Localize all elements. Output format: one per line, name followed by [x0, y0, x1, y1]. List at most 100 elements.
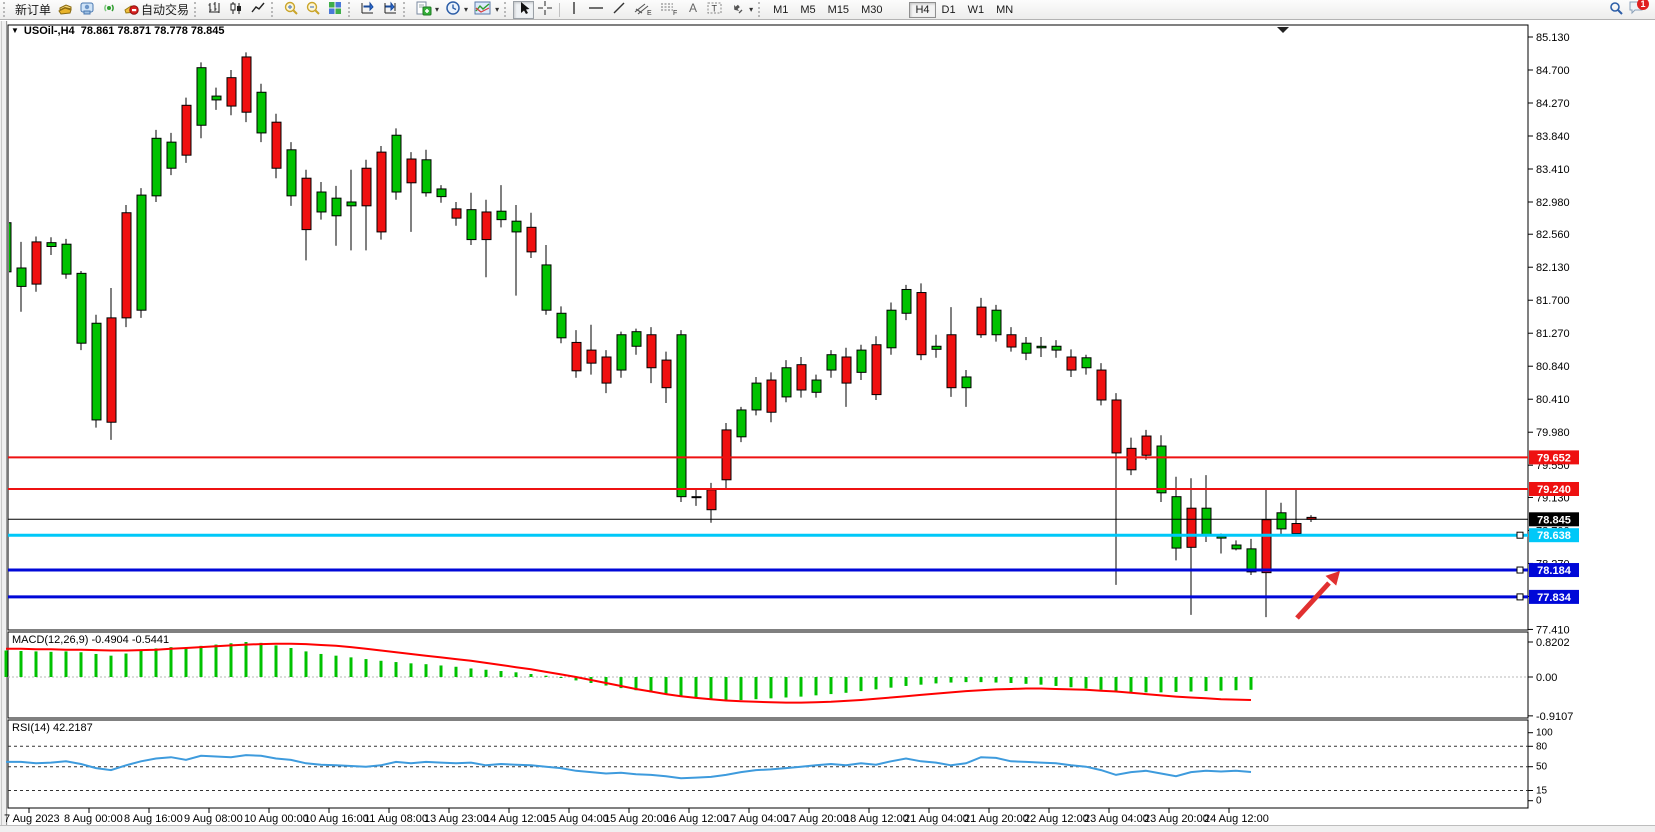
candle-body	[1052, 346, 1061, 350]
candle-body	[887, 310, 896, 348]
auto-scroll-button[interactable]	[357, 1, 379, 19]
cursor-button[interactable]	[513, 1, 534, 19]
tab-timeframe-m5[interactable]: M5	[794, 2, 821, 18]
price-chart-canvas[interactable]: 85.13084.70084.27083.84083.41082.98082.5…	[0, 21, 1655, 832]
macd-signal-line	[6, 644, 1251, 703]
candle-body	[362, 168, 371, 206]
chart-shift-triangle[interactable]	[1277, 27, 1289, 33]
candlestick-chart-button[interactable]	[225, 1, 247, 19]
tab-timeframe-mn[interactable]: MN	[990, 2, 1019, 18]
candle-body	[107, 318, 116, 422]
candle-body	[92, 323, 101, 420]
candle-body	[1217, 537, 1226, 539]
time-axis-label: 15 Aug 04:00	[544, 813, 609, 825]
candle-body	[1247, 549, 1256, 572]
candle-body	[707, 490, 716, 510]
candle-body	[737, 410, 746, 437]
time-axis-label: 11 Aug 08:00	[364, 813, 428, 825]
market-watch-icon	[57, 0, 73, 19]
candle-body	[302, 178, 311, 229]
vertical-line-button[interactable]	[563, 1, 584, 19]
candle-body	[827, 355, 836, 370]
tab-timeframe-h4[interactable]: H4	[909, 2, 935, 18]
candle-body	[287, 150, 296, 196]
collapse-triangle-icon[interactable]: ▼	[11, 26, 19, 35]
time-axis-label: 22 Aug 12:00	[1024, 813, 1089, 825]
zoom-out-icon	[305, 0, 321, 19]
candle-body	[527, 227, 536, 252]
toolbar-grip	[3, 2, 10, 17]
rsi-axis-tick: 0	[1536, 796, 1542, 807]
candle-body	[167, 142, 176, 168]
candle-body	[1142, 436, 1151, 455]
candle-body	[752, 383, 761, 410]
cursor-icon	[517, 0, 531, 19]
macd-values: -0.4904 -0.5441	[91, 634, 169, 646]
search-button[interactable]	[1605, 1, 1627, 19]
candle-body	[317, 192, 326, 212]
candle-body	[242, 57, 251, 112]
candle-body	[512, 221, 521, 232]
candle-body	[962, 377, 971, 388]
chart-shift-button[interactable]	[379, 1, 401, 19]
time-axis-label: 8 Aug 16:00	[124, 813, 183, 825]
market-watch-button[interactable]	[54, 1, 76, 19]
zoom-out-button[interactable]	[302, 1, 324, 19]
tile-windows-button[interactable]	[324, 1, 346, 19]
signal-button[interactable]	[98, 1, 120, 19]
text-button[interactable]: A	[682, 1, 703, 19]
candle-body	[1262, 520, 1271, 573]
trendline-button[interactable]	[608, 1, 630, 19]
line-chart-icon	[250, 0, 266, 19]
candle-body	[977, 307, 986, 335]
chart-template-button[interactable]: ▾	[471, 1, 502, 19]
chevron-down-icon: ▾	[464, 5, 468, 14]
candle-body	[857, 350, 866, 372]
text-label-button[interactable]: T	[703, 1, 727, 19]
candle-body	[1172, 497, 1181, 548]
macd-axis-tick: 0.00	[1536, 672, 1557, 684]
tab-timeframe-d1[interactable]: D1	[936, 2, 962, 18]
line-handle	[1517, 532, 1523, 538]
time-axis-label: 23 Aug 20:00	[1144, 813, 1209, 825]
indicators-button[interactable]: ▾	[412, 1, 442, 19]
crosshair-icon	[537, 0, 553, 19]
candle-body	[482, 212, 491, 240]
new-order-button[interactable]: 新订单	[12, 1, 54, 19]
zoom-in-button[interactable]	[280, 1, 302, 19]
tab-timeframe-m1[interactable]: M1	[767, 2, 794, 18]
chevron-down-icon: ▾	[435, 5, 439, 14]
mt4-window: 新订单 自动交易	[0, 0, 1655, 832]
equidistant-channel-icon: E	[633, 0, 653, 19]
svg-text:79.652: 79.652	[1537, 452, 1571, 464]
notifications-button[interactable]: 1	[1627, 0, 1645, 21]
rsi-axis-tick: 80	[1536, 741, 1548, 752]
candle-body	[197, 68, 206, 126]
annotation-arrow[interactable]	[1297, 583, 1329, 618]
time-axis-label: 10 Aug 00:00	[244, 813, 309, 825]
price-axis-tick: 84.270	[1536, 98, 1570, 110]
equidistant-channel-button[interactable]: E	[630, 1, 656, 19]
tab-timeframe-m15[interactable]: M15	[822, 2, 855, 18]
tile-windows-icon	[327, 0, 343, 19]
autotrading-button[interactable]: 自动交易	[120, 1, 192, 19]
candle-body	[422, 160, 431, 193]
line-chart-button[interactable]	[247, 1, 269, 19]
time-axis-label: 7 Aug 2023	[4, 813, 60, 825]
tab-timeframe-m30[interactable]: M30	[855, 2, 888, 18]
fibonacci-button[interactable]: F	[656, 1, 682, 19]
time-axis-label: 9 Aug 08:00	[184, 813, 243, 825]
time-axis-label: 17 Aug 20:00	[784, 813, 849, 825]
periods-button[interactable]: ▾	[442, 1, 471, 19]
terminal-button[interactable]	[76, 1, 98, 19]
arrows-button[interactable]: ▾	[727, 1, 756, 19]
chart-title: ▼USOil-,H4 78.861 78.871 78.778 78.845	[11, 25, 225, 37]
bar-chart-button[interactable]	[203, 1, 225, 19]
time-axis-label: 21 Aug 20:00	[964, 813, 1029, 825]
tab-timeframe-h1[interactable]	[888, 2, 909, 18]
crosshair-button[interactable]	[534, 1, 556, 19]
horizontal-line-button[interactable]	[584, 1, 608, 19]
time-axis-label: 16 Aug 12:00	[664, 813, 729, 825]
candle-body	[1127, 448, 1136, 469]
tab-timeframe-w1[interactable]: W1	[962, 2, 991, 18]
